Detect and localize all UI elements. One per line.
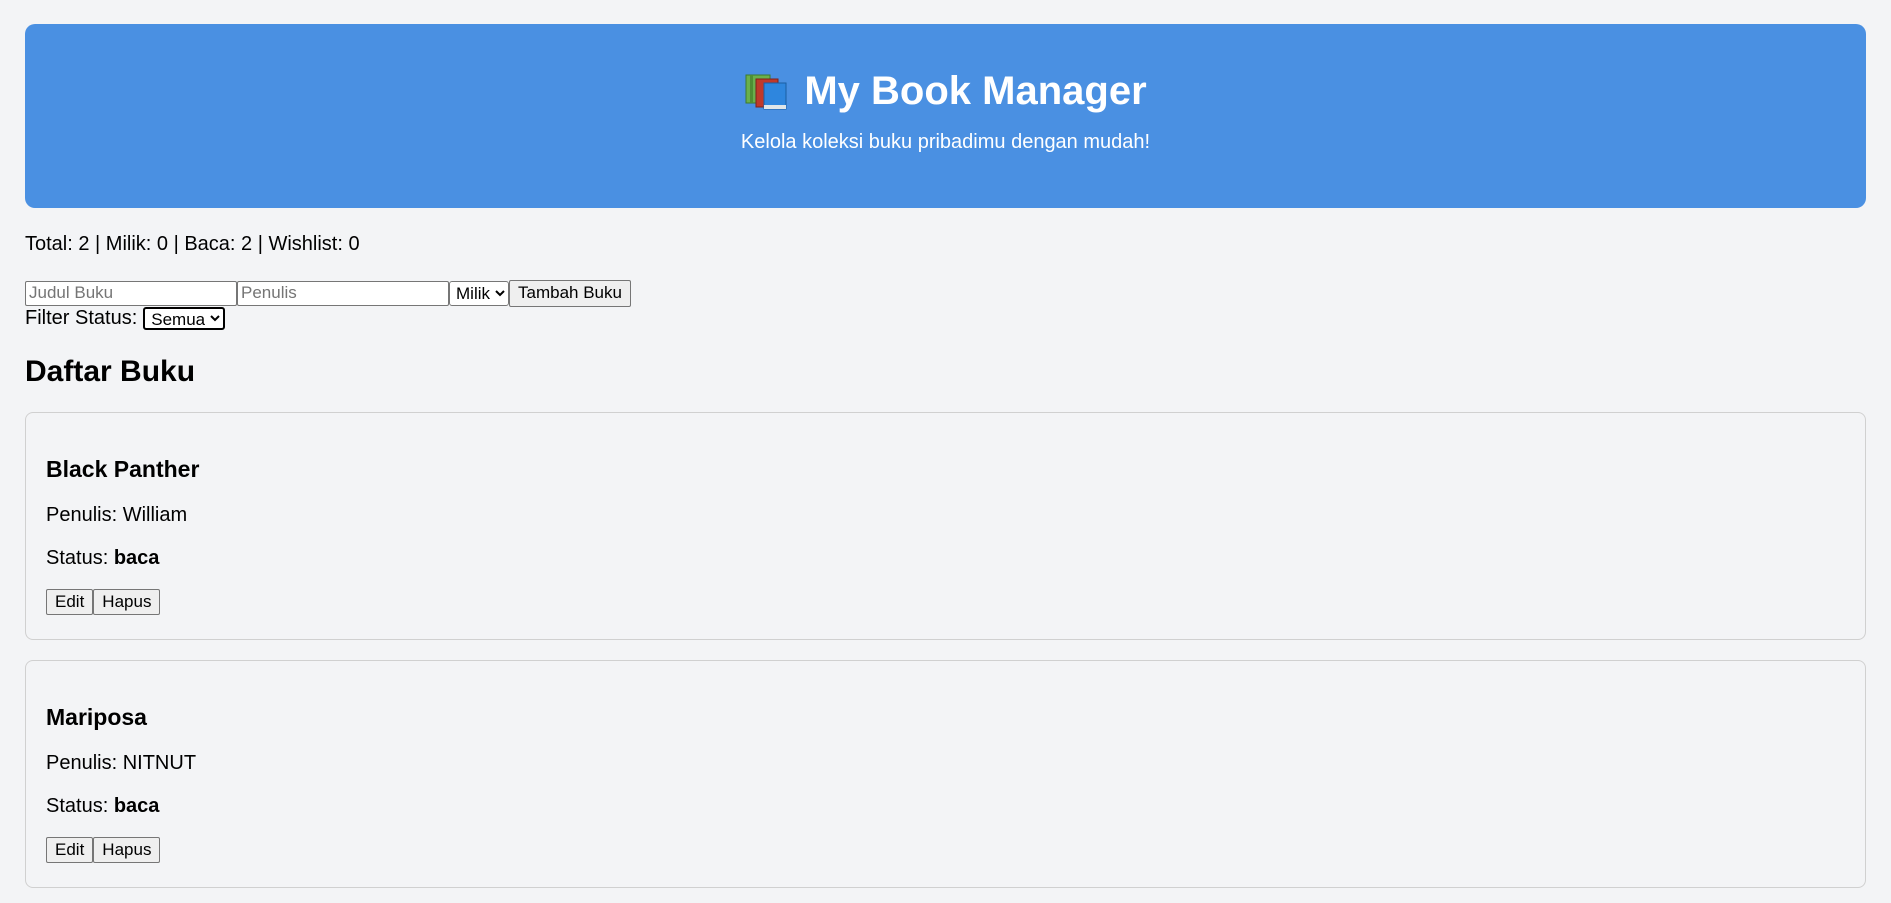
edit-button[interactable]: Edit [46,589,94,615]
book-status-label: Status: [46,795,114,817]
stats-summary: Total: 2 | Milik: 0 | Baca: 2 | Wishlist… [25,233,360,255]
book-title: Mariposa [46,704,147,730]
book-card: Black Panther Penulis: William Status: b… [25,412,1866,640]
book-actions: Edit Hapus [46,837,1845,863]
book-author-input[interactable] [237,280,449,306]
book-actions: Edit Hapus [46,589,1845,615]
app-subtitle: Kelola koleksi buku pribadimu dengan mud… [740,131,1151,153]
book-title: Black Panther [46,456,200,482]
book-status: Status: baca [46,794,1845,818]
filter-status-select[interactable]: Semua [143,306,226,330]
add-book-button[interactable]: Tambah Buku [509,279,631,307]
book-status-label: Status: [46,547,114,569]
book-status-value: baca [113,795,160,817]
book-author: Penulis: NITNUT [46,752,197,774]
book-list-title: Daftar Buku [25,355,196,388]
books-icon [745,74,787,110]
filter-label: Filter Status: [25,307,138,329]
filter-row: Filter Status: Semua [25,306,1866,330]
book-title-input[interactable] [25,280,237,306]
app-header: My Book Manager Kelola koleksi buku prib… [25,24,1866,208]
book-status: Status: baca [46,546,1845,570]
app-title-text: My Book Manager [804,69,1147,113]
app-page: My Book Manager Kelola koleksi buku prib… [0,0,1891,888]
book-status-value: baca [113,547,160,569]
book-author: Penulis: William [46,504,188,526]
app-title: My Book Manager [744,68,1147,114]
delete-button[interactable]: Hapus [93,837,161,863]
edit-button[interactable]: Edit [46,837,94,863]
book-status-select[interactable]: Milik [449,280,509,306]
delete-button[interactable]: Hapus [93,589,161,615]
add-book-form: Milik Tambah Buku [25,279,1866,307]
book-card: Mariposa Penulis: NITNUT Status: baca Ed… [25,660,1866,888]
